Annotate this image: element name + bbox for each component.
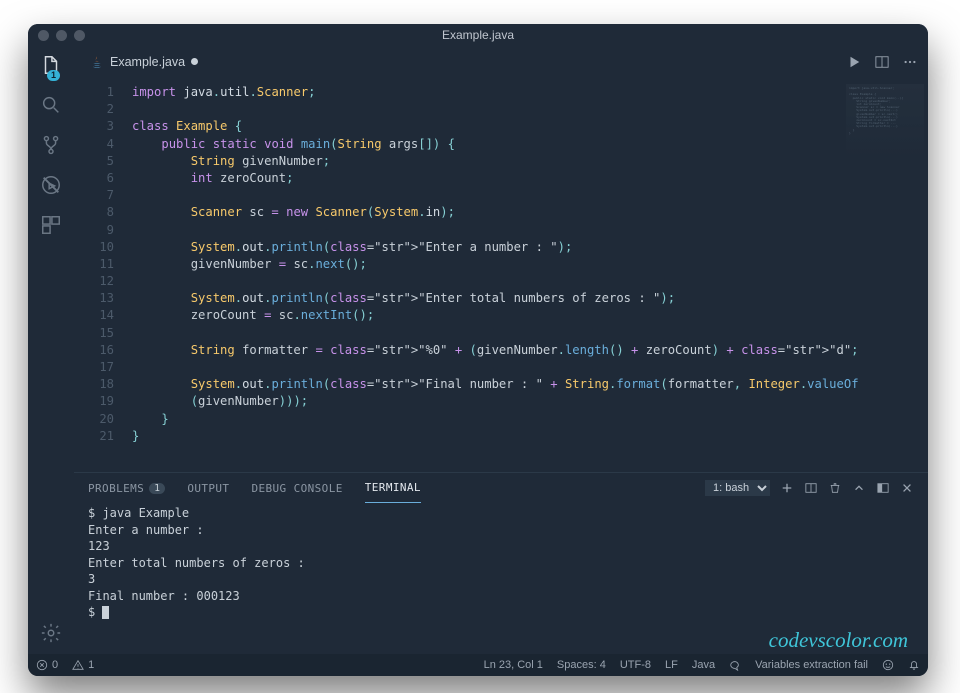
bottom-panel: PROBLEMS 1 OUTPUT DEBUG CONSOLE TERMINAL… xyxy=(74,472,928,654)
code-area[interactable]: import java.util.Scanner; class Example … xyxy=(128,78,928,472)
tab-output[interactable]: OUTPUT xyxy=(187,473,229,503)
status-bar: 0 1 Ln 23, Col 1 Spaces: 4 UTF-8 LF Java… xyxy=(28,654,928,676)
explorer-badge: 1 xyxy=(47,70,60,81)
status-errors[interactable]: 0 xyxy=(36,659,58,671)
status-bell-icon[interactable] xyxy=(908,659,920,671)
run-icon[interactable] xyxy=(846,54,862,70)
editor-group: Example.java 123456789101112131415161718… xyxy=(74,46,928,654)
extensions-icon[interactable] xyxy=(38,212,64,238)
titlebar: Example.java xyxy=(28,24,928,46)
status-language[interactable]: Java xyxy=(692,659,715,671)
more-actions-icon[interactable] xyxy=(902,54,918,70)
warning-icon xyxy=(72,659,84,671)
status-cursor-pos[interactable]: Ln 23, Col 1 xyxy=(484,659,543,671)
problems-count-badge: 1 xyxy=(149,483,165,494)
status-encoding[interactable]: UTF-8 xyxy=(620,659,651,671)
close-panel-icon[interactable] xyxy=(900,481,914,495)
tab-bar: Example.java xyxy=(74,46,928,78)
editor-window: Example.java 1 xyxy=(28,24,928,676)
panel-tab-bar: PROBLEMS 1 OUTPUT DEBUG CONSOLE TERMINAL… xyxy=(74,473,928,503)
debug-icon[interactable] xyxy=(38,172,64,198)
status-warnings[interactable]: 1 xyxy=(72,659,94,671)
status-indent[interactable]: Spaces: 4 xyxy=(557,659,606,671)
file-tab[interactable]: Example.java xyxy=(78,46,210,78)
workbench-body: 1 Example.java xyxy=(28,46,928,654)
tab-filename: Example.java xyxy=(110,55,185,69)
error-icon xyxy=(36,659,48,671)
tab-problems[interactable]: PROBLEMS 1 xyxy=(88,473,165,503)
status-smiley-icon[interactable] xyxy=(882,659,894,671)
explorer-icon[interactable]: 1 xyxy=(38,52,64,78)
minimap[interactable]: import java.util.Scanner; class Example … xyxy=(846,84,924,170)
tab-terminal[interactable]: TERMINAL xyxy=(365,473,421,503)
editor-actions xyxy=(846,54,928,70)
code-editor[interactable]: 123456789101112131415161718192021 import… xyxy=(74,78,928,472)
split-editor-icon[interactable] xyxy=(874,54,890,70)
terminal-output[interactable]: $ java ExampleEnter a number :123Enter t… xyxy=(74,503,928,654)
unsaved-indicator-icon xyxy=(191,58,198,65)
split-terminal-icon[interactable] xyxy=(804,481,818,495)
activity-bar: 1 xyxy=(28,46,74,654)
tab-debug-console[interactable]: DEBUG CONSOLE xyxy=(251,473,342,503)
maximize-panel-icon[interactable] xyxy=(876,481,890,495)
new-terminal-icon[interactable] xyxy=(780,481,794,495)
watermark-text: codevscolor.com xyxy=(769,632,908,649)
panel-up-icon[interactable] xyxy=(852,481,866,495)
terminal-selector[interactable]: 1: bash xyxy=(705,480,770,496)
window-title: Example.java xyxy=(28,28,928,42)
kill-terminal-icon[interactable] xyxy=(828,481,842,495)
source-control-icon[interactable] xyxy=(38,132,64,158)
status-feedback-icon[interactable] xyxy=(729,659,741,671)
status-eol[interactable]: LF xyxy=(665,659,678,671)
line-number-gutter: 123456789101112131415161718192021 xyxy=(74,78,128,472)
java-file-icon xyxy=(90,55,104,69)
search-icon[interactable] xyxy=(38,92,64,118)
settings-gear-icon[interactable] xyxy=(38,620,64,646)
status-task[interactable]: Variables extraction fail xyxy=(755,659,868,671)
panel-actions: 1: bash xyxy=(705,480,914,496)
